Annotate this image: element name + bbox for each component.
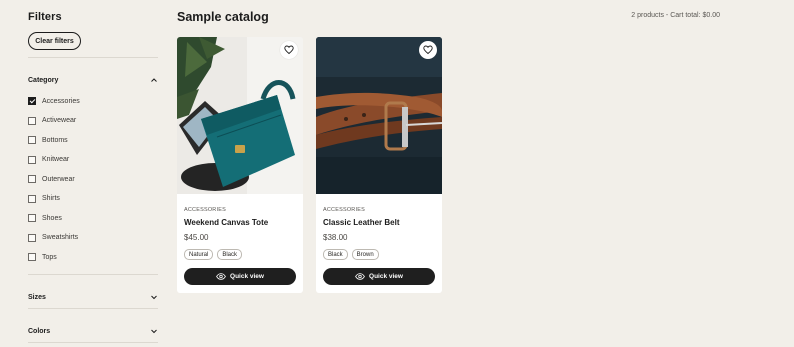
category-option-label: Outerwear: [42, 175, 75, 183]
category-option-label: Knitwear: [42, 156, 70, 163]
product-image-belt[interactable]: [316, 37, 442, 194]
chevron-down-icon: [151, 329, 157, 334]
checkbox[interactable]: [28, 253, 36, 261]
cart-summary: 2 products - Cart total: $0.00: [631, 12, 720, 19]
product-price: $45.00: [184, 233, 209, 242]
divider: [28, 57, 158, 58]
quick-view-button[interactable]: Quick view: [323, 268, 435, 285]
color-tag[interactable]: Natural: [184, 249, 214, 260]
checkbox[interactable]: [28, 175, 36, 183]
category-option-shirts[interactable]: Shirts: [28, 193, 60, 205]
category-option-activewear[interactable]: Activewear: [28, 115, 76, 127]
colors-section-toggle[interactable]: Colors: [28, 324, 158, 338]
checkbox[interactable]: [28, 116, 36, 125]
divider: [28, 342, 158, 343]
checkbox[interactable]: [28, 214, 36, 222]
category-option-bottoms[interactable]: Bottoms: [28, 134, 68, 146]
category-section-toggle[interactable]: Category: [28, 73, 158, 87]
product-image-tote[interactable]: [177, 37, 303, 194]
quick-view-label: Quick view: [369, 273, 403, 280]
category-option-accessories[interactable]: Accessories: [28, 95, 80, 107]
quick-view-label: Quick view: [230, 273, 264, 280]
checkbox[interactable]: [28, 233, 36, 242]
category-option-label: Bottoms: [42, 136, 68, 144]
clear-filters-button[interactable]: Clear filters: [28, 32, 81, 50]
product-card: ACCESSORIES Weekend Canvas Tote $45.00 N…: [177, 37, 303, 293]
checkbox[interactable]: [28, 194, 36, 203]
category-option-label: Tops: [42, 253, 57, 261]
color-tag[interactable]: Black: [217, 249, 243, 260]
heart-icon: [423, 45, 433, 55]
product-category: ACCESSORIES: [184, 207, 226, 213]
checkbox[interactable]: [28, 136, 36, 144]
page-title: Sample catalog: [177, 10, 269, 24]
filters-title: Filters: [28, 11, 62, 23]
favorite-button[interactable]: [419, 41, 437, 59]
eye-icon: [355, 273, 365, 280]
divider: [28, 308, 158, 309]
color-tag[interactable]: Black: [323, 249, 348, 260]
product-card: ACCESSORIES Classic Leather Belt $38.00 …: [316, 37, 442, 293]
category-option-tops[interactable]: Tops: [28, 251, 57, 263]
sizes-section-toggle[interactable]: Sizes: [28, 290, 158, 304]
category-option-shoes[interactable]: Shoes: [28, 212, 62, 224]
category-option-label: Shirts: [42, 195, 60, 202]
chevron-down-icon: [151, 295, 157, 300]
category-section-label: Category: [28, 76, 59, 84]
category-option-label: Activewear: [42, 117, 77, 124]
sizes-section-label: Sizes: [28, 293, 46, 301]
category-option-sweatshirts[interactable]: Sweatshirts: [28, 232, 78, 244]
color-tag[interactable]: Brown: [351, 249, 379, 260]
checkbox[interactable]: [28, 97, 36, 105]
product-name[interactable]: Classic Leather Belt: [323, 218, 399, 227]
checkbox[interactable]: [28, 155, 36, 164]
quick-view-button[interactable]: Quick view: [184, 268, 296, 285]
category-option-label: Sweatshirts: [42, 234, 79, 241]
category-option-label: Accessories: [42, 97, 80, 105]
product-category: ACCESSORIES: [323, 207, 365, 213]
eye-icon: [216, 273, 226, 280]
heart-icon: [284, 45, 294, 55]
chevron-up-icon: [151, 78, 157, 82]
product-price: $38.00: [323, 233, 348, 242]
product-name[interactable]: Weekend Canvas Tote: [184, 218, 268, 227]
colors-section-label: Colors: [28, 327, 51, 335]
divider: [28, 274, 158, 275]
favorite-button[interactable]: [280, 41, 298, 59]
color-tags: Black Brown: [323, 249, 379, 260]
category-option-outerwear[interactable]: Outerwear: [28, 173, 75, 185]
color-tags: Natural Black: [184, 249, 243, 260]
category-option-label: Shoes: [42, 214, 62, 222]
category-option-knitwear[interactable]: Knitwear: [28, 154, 69, 166]
